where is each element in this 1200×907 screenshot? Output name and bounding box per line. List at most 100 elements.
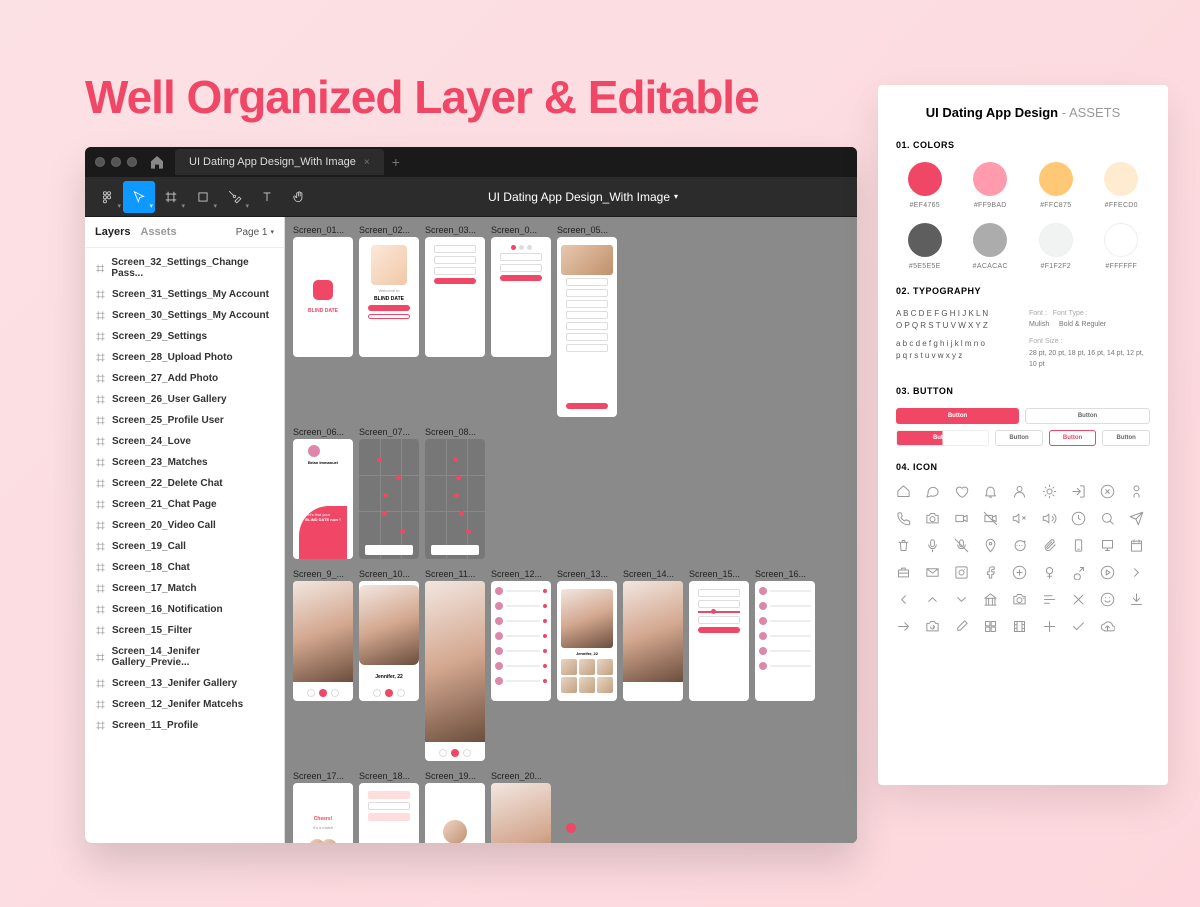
artboard[interactable]: Screen_17... Cheers!It's a match <box>293 771 353 843</box>
tab-close-icon[interactable]: × <box>364 157 370 168</box>
layer-item[interactable]: Screen_21_Chat Page <box>85 494 284 515</box>
layer-item[interactable]: Screen_13_Jenifer Gallery <box>85 673 284 694</box>
artboard[interactable]: Screen_01...BLIND DATE <box>293 225 353 357</box>
play-circle-icon <box>1100 565 1115 580</box>
artboard-label: Screen_05... <box>557 225 617 235</box>
canvas-area[interactable]: Screen_01...BLIND DATEScreen_02...Welcom… <box>285 217 857 843</box>
pen-tool[interactable]: ▾ <box>219 181 251 213</box>
layer-item[interactable]: Screen_16_Notification <box>85 599 284 620</box>
artboard-label: Screen_17... <box>293 771 353 781</box>
layer-item[interactable]: Screen_26_User Gallery <box>85 389 284 410</box>
layer-item[interactable]: Screen_20_Video Call <box>85 515 284 536</box>
frame-tool[interactable]: ▾ <box>155 181 187 213</box>
mobile-screen <box>359 783 419 843</box>
camera-icon <box>925 511 940 526</box>
download-icon <box>1129 592 1144 607</box>
file-tab-title: UI Dating App Design_With Image <box>189 156 356 168</box>
assets-title: UI Dating App Design - ASSETS <box>896 105 1150 120</box>
layer-list[interactable]: Screen_32_Settings_Change Pass...Screen_… <box>85 248 284 843</box>
mobile-screen <box>425 439 485 559</box>
layer-item[interactable]: Screen_19_Call <box>85 536 284 557</box>
file-tab[interactable]: UI Dating App Design_With Image × <box>175 149 384 175</box>
artboard[interactable]: Screen_12... <box>491 569 551 701</box>
artboard[interactable]: Screen_10...Jennifer, 22 <box>359 569 419 701</box>
new-tab-button[interactable]: + <box>392 154 400 170</box>
mobile-screen: Jennifer, 22 <box>359 581 419 701</box>
layer-item[interactable]: Screen_27_Add Photo <box>85 368 284 389</box>
layer-item[interactable]: Screen_12_Jenifer Matcehs <box>85 694 284 715</box>
artboard[interactable]: Screen_13... Jennifer, 22 <box>557 569 617 701</box>
artboard[interactable]: Screen_14... <box>623 569 683 701</box>
grid-icon <box>983 619 998 634</box>
artboard[interactable]: Screen_03... <box>425 225 485 357</box>
mobile-screen <box>689 581 749 701</box>
clock-icon <box>1071 511 1086 526</box>
mic-icon <box>925 538 940 553</box>
mail-icon <box>925 565 940 580</box>
artboard[interactable]: Screen_20... <box>491 771 551 843</box>
layer-item[interactable]: Screen_14_Jenifer Gallery_Previe... <box>85 641 284 673</box>
artboard[interactable]: Screen_08... <box>425 427 485 559</box>
mobile-screen <box>623 581 683 701</box>
artboard[interactable]: Screen_9_... <box>293 569 353 701</box>
color-swatch: #FFECD0 <box>1093 162 1151 209</box>
layer-item[interactable]: Screen_15_Filter <box>85 620 284 641</box>
shape-tool[interactable]: ▾ <box>187 181 219 213</box>
layer-item[interactable]: Screen_17_Match <box>85 578 284 599</box>
layer-item[interactable]: Screen_25_Profile User <box>85 410 284 431</box>
mobile-screen: Brian ImmanuelLet's find yourBLIND DATE … <box>293 439 353 559</box>
layer-item[interactable]: Screen_30_Settings_My Account <box>85 305 284 326</box>
gear-icon <box>1042 484 1057 499</box>
close-icon[interactable] <box>95 157 105 167</box>
mobile-screen <box>755 581 815 701</box>
color-swatch: #EF4765 <box>896 162 954 209</box>
figma-window: UI Dating App Design_With Image × + ▾ ▾ … <box>85 147 857 843</box>
button-outline: Button <box>1025 408 1150 424</box>
minimize-icon[interactable] <box>111 157 121 167</box>
artboard[interactable]: Screen_19...Patricia <box>425 771 485 843</box>
artboard[interactable]: Screen_06...Brian ImmanuelLet's find you… <box>293 427 353 559</box>
artboard[interactable]: Screen_15... <box>689 569 749 701</box>
bank-icon <box>983 592 998 607</box>
layer-item[interactable]: Screen_32_Settings_Change Pass... <box>85 252 284 284</box>
assets-panel: UI Dating App Design - ASSETS 01. COLORS… <box>878 85 1168 785</box>
mobile-screen <box>359 439 419 559</box>
artboard-label: Screen_11... <box>425 569 485 579</box>
layer-item[interactable]: Screen_29_Settings <box>85 326 284 347</box>
artboard[interactable]: Screen_07... <box>359 427 419 559</box>
artboard[interactable]: Screen_05... <box>557 225 617 417</box>
layer-item[interactable]: Screen_28_Upload Photo <box>85 347 284 368</box>
layer-item[interactable]: Screen_23_Matches <box>85 452 284 473</box>
layer-item[interactable]: Screen_22_Delete Chat <box>85 473 284 494</box>
panel-tabs: Layers Assets Page 1▾ <box>85 217 284 248</box>
layers-tab[interactable]: Layers <box>95 226 130 238</box>
mobile-screen: Jennifer, 22 <box>557 581 617 701</box>
fullscreen-icon[interactable] <box>127 157 137 167</box>
home-icon[interactable] <box>149 154 165 170</box>
hand-tool[interactable] <box>283 181 315 213</box>
assets-tab[interactable]: Assets <box>140 226 176 238</box>
button-half: Button <box>896 430 989 446</box>
section-typography: 02. TYPOGRAPHY <box>896 286 1150 296</box>
layer-item[interactable]: Screen_18_Chat <box>85 557 284 578</box>
artboard-label: Screen_13... <box>557 569 617 579</box>
layer-item[interactable]: Screen_11_Profile <box>85 715 284 736</box>
mobile-screen: Cheers!It's a match <box>293 783 353 843</box>
artboard[interactable]: Screen_11... <box>425 569 485 761</box>
figma-menu-icon[interactable]: ▾ <box>91 181 123 213</box>
layer-item[interactable]: Screen_31_Settings_My Account <box>85 284 284 305</box>
artboard[interactable]: Screen_0... <box>491 225 551 357</box>
text-tool[interactable] <box>251 181 283 213</box>
button-small-out2: Button <box>1102 430 1150 446</box>
artboard-label: Screen_19... <box>425 771 485 781</box>
mobile-screen <box>293 581 353 701</box>
page-selector[interactable]: Page 1▾ <box>236 227 274 238</box>
mobile-screen <box>425 581 485 761</box>
canvas-title[interactable]: UI Dating App Design_With Image ▾ <box>315 190 851 204</box>
artboard-label: Screen_20... <box>491 771 551 781</box>
layer-item[interactable]: Screen_24_Love <box>85 431 284 452</box>
artboard[interactable]: Screen_02...Welcome toBLIND DATE <box>359 225 419 357</box>
artboard[interactable]: Screen_18... <box>359 771 419 843</box>
move-tool[interactable]: ▾ <box>123 181 155 213</box>
artboard[interactable]: Screen_16... <box>755 569 815 701</box>
